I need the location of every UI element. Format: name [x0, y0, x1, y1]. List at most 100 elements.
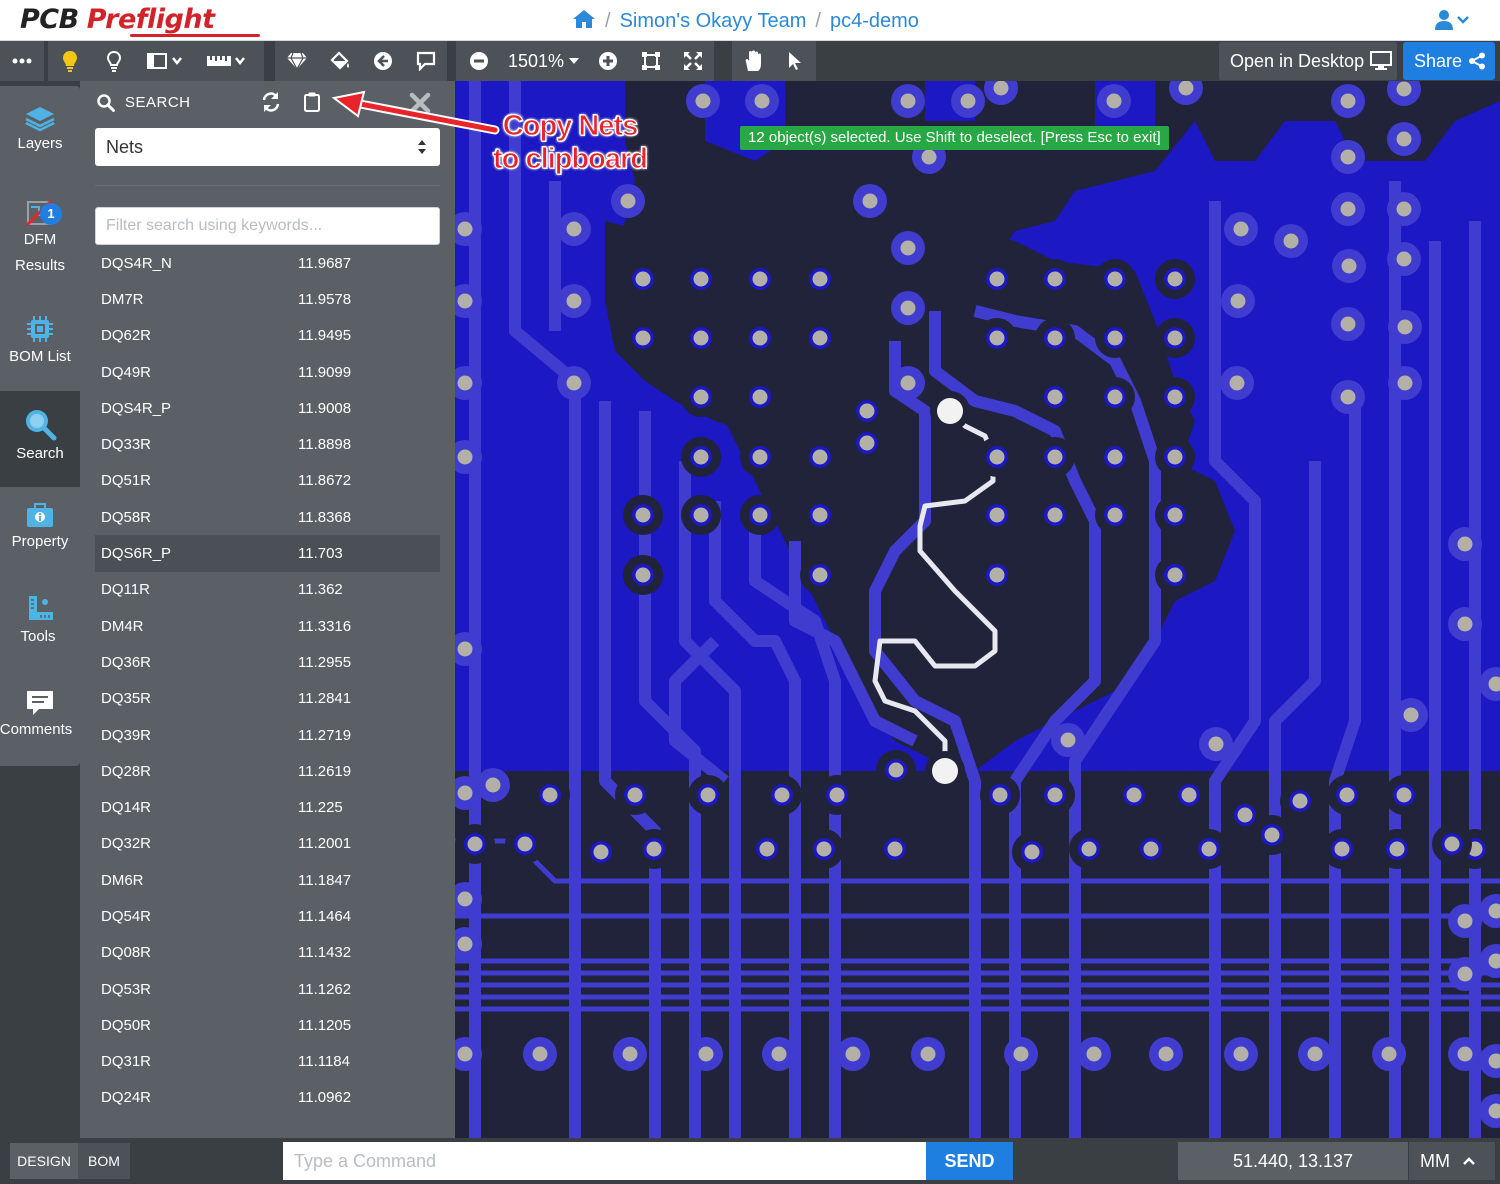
toolbar: 1501% Open in Desktop Share — [0, 41, 1500, 81]
via-pad — [1340, 389, 1356, 405]
more-menu-button[interactable] — [0, 41, 44, 81]
net-list-item[interactable]: DQ62R 11.9495 — [95, 318, 440, 354]
fit-frame-icon — [642, 52, 660, 70]
send-button[interactable]: SEND — [926, 1142, 1013, 1180]
via-pad — [829, 787, 845, 803]
net-results-list: DQS4R_N 11.9687 DM7R 11.9578 DQ62R 11.9495 DQ4… — [95, 245, 440, 1116]
pan-tool-button[interactable] — [732, 41, 774, 81]
net-name: DQ36R — [101, 653, 152, 671]
rail-item-bom-list[interactable]: BOM List — [0, 314, 80, 384]
net-list-item[interactable]: DQ31R 11.1184 — [95, 1044, 440, 1080]
net-list-item[interactable]: DQ36R 11.2955 — [95, 644, 440, 680]
rail-item-layers[interactable]: Layers — [0, 105, 80, 185]
via-pad — [457, 641, 473, 657]
refresh-button[interactable] — [260, 91, 286, 113]
net-list-item[interactable]: DQ32R 11.2001 — [95, 826, 440, 862]
rail-label-property: Property — [11, 533, 69, 550]
rail-item-comments[interactable]: Comments — [0, 689, 80, 759]
zoom-level-dropdown[interactable]: 1501% — [502, 41, 586, 81]
net-list-item[interactable]: DQ54R 11.1464 — [95, 898, 440, 934]
via-pad — [752, 271, 768, 287]
logo-text-preflight: Preflight — [86, 4, 215, 35]
net-list-item[interactable]: DQ33R 11.8898 — [95, 426, 440, 462]
net-list-item[interactable]: DQS4R_P 11.9008 — [95, 390, 440, 426]
design-tab[interactable]: DESIGN — [10, 1143, 78, 1179]
filter-search-input[interactable] — [95, 207, 440, 245]
net-list-item[interactable]: DQ35R 11.2841 — [95, 681, 440, 717]
via-pad — [1283, 233, 1299, 249]
net-list-item[interactable]: DQS4R_N 11.9687 — [95, 245, 440, 281]
rail-item-tools[interactable]: Tools — [0, 594, 80, 664]
net-name: DQ51R — [101, 472, 152, 490]
pcb-canvas[interactable]: 12 object(s) selected. Use Shift to dese… — [455, 81, 1500, 1138]
select-tool-button[interactable] — [774, 41, 816, 81]
back-button[interactable] — [361, 41, 404, 81]
command-input[interactable] — [283, 1142, 926, 1180]
measure-dropdown-button[interactable] — [196, 41, 258, 81]
via-pad — [457, 785, 473, 801]
toolbar-group-tools — [275, 41, 447, 81]
net-list-item[interactable]: DQ11R 11.362 — [95, 572, 440, 608]
layout-dropdown-button[interactable] — [136, 41, 196, 81]
breadcrumb-project-link[interactable]: pc4-demo — [830, 10, 919, 32]
via-pad — [989, 271, 1005, 287]
via-pad — [1107, 271, 1123, 287]
gem-button[interactable] — [275, 41, 318, 81]
net-list-item[interactable]: DQ39R 11.2719 — [95, 717, 440, 753]
net-name: DQ58R — [101, 508, 152, 526]
net-list-item[interactable]: DQ49R 11.9099 — [95, 354, 440, 390]
net-list-item[interactable]: DQ24R 11.0962 — [95, 1080, 440, 1116]
via-pad — [812, 449, 828, 465]
units-dropdown[interactable]: MM — [1409, 1142, 1495, 1180]
via-pad — [812, 507, 828, 523]
via-pad — [1396, 251, 1412, 267]
selected-pad[interactable] — [937, 398, 963, 424]
search-icon — [97, 94, 115, 112]
highlight-on-button[interactable] — [48, 41, 92, 81]
comment-button[interactable] — [404, 41, 447, 81]
via-pad — [1143, 841, 1159, 857]
net-list-item[interactable]: DQ53R 11.1262 — [95, 971, 440, 1007]
rail-item-dfm-results[interactable]: 1 DFM Results — [0, 199, 80, 279]
share-button[interactable]: Share — [1403, 42, 1495, 80]
user-menu[interactable] — [1434, 9, 1472, 36]
net-list-item[interactable]: DQS6R_P 11.703 — [95, 535, 440, 572]
fullscreen-button[interactable] — [672, 41, 714, 81]
net-list-item[interactable]: DQ28R 11.2619 — [95, 753, 440, 789]
via-pad — [1167, 507, 1183, 523]
net-list-item[interactable]: DQ50R 11.1205 — [95, 1007, 440, 1043]
rail-item-search[interactable]: Search — [0, 391, 80, 487]
search-panel: SEARCH Nets DQS4R_N 11.9687 DM7R 11.9578 DQ6… — [80, 81, 455, 1138]
via-pad — [1086, 1046, 1102, 1062]
rail-item-property[interactable]: Property — [0, 501, 80, 571]
via-pad — [774, 787, 790, 803]
breadcrumb-team-link[interactable]: Simon's Okayy Team — [620, 10, 807, 32]
via-pad — [457, 1046, 473, 1062]
net-list-item[interactable]: DM4R 11.3316 — [95, 608, 440, 644]
net-list-item[interactable]: DM6R 11.1847 — [95, 862, 440, 898]
highlight-off-button[interactable] — [92, 41, 136, 81]
zoom-out-button[interactable] — [456, 41, 502, 81]
bom-tab[interactable]: BOM — [78, 1143, 130, 1179]
zoom-in-button[interactable] — [586, 41, 630, 81]
copy-nets-button[interactable] — [303, 91, 325, 113]
open-in-desktop-button[interactable]: Open in Desktop — [1219, 42, 1397, 80]
home-icon[interactable] — [572, 9, 596, 35]
via-pad — [862, 193, 878, 209]
net-list-item[interactable]: DQ58R 11.8368 — [95, 499, 440, 535]
panel-divider — [95, 185, 440, 186]
net-list-item[interactable]: DQ51R 11.8672 — [95, 463, 440, 499]
via-pad — [1081, 841, 1097, 857]
net-list-item[interactable]: DM7R 11.9578 — [95, 281, 440, 317]
net-length-value: 11.8898 — [298, 436, 352, 454]
via-pad — [1339, 787, 1355, 803]
monitor-icon — [1370, 51, 1393, 70]
selected-pad[interactable] — [932, 758, 958, 784]
ellipsis-icon — [12, 58, 32, 64]
net-list-item[interactable]: DQ14R 11.225 — [95, 789, 440, 825]
fill-button[interactable] — [318, 41, 361, 81]
net-list-item[interactable]: DQ08R 11.1432 — [95, 935, 440, 971]
app-logo[interactable]: PCB Preflight — [20, 4, 260, 38]
fit-view-button[interactable] — [630, 41, 672, 81]
rail-label-results: Results — [14, 257, 66, 274]
